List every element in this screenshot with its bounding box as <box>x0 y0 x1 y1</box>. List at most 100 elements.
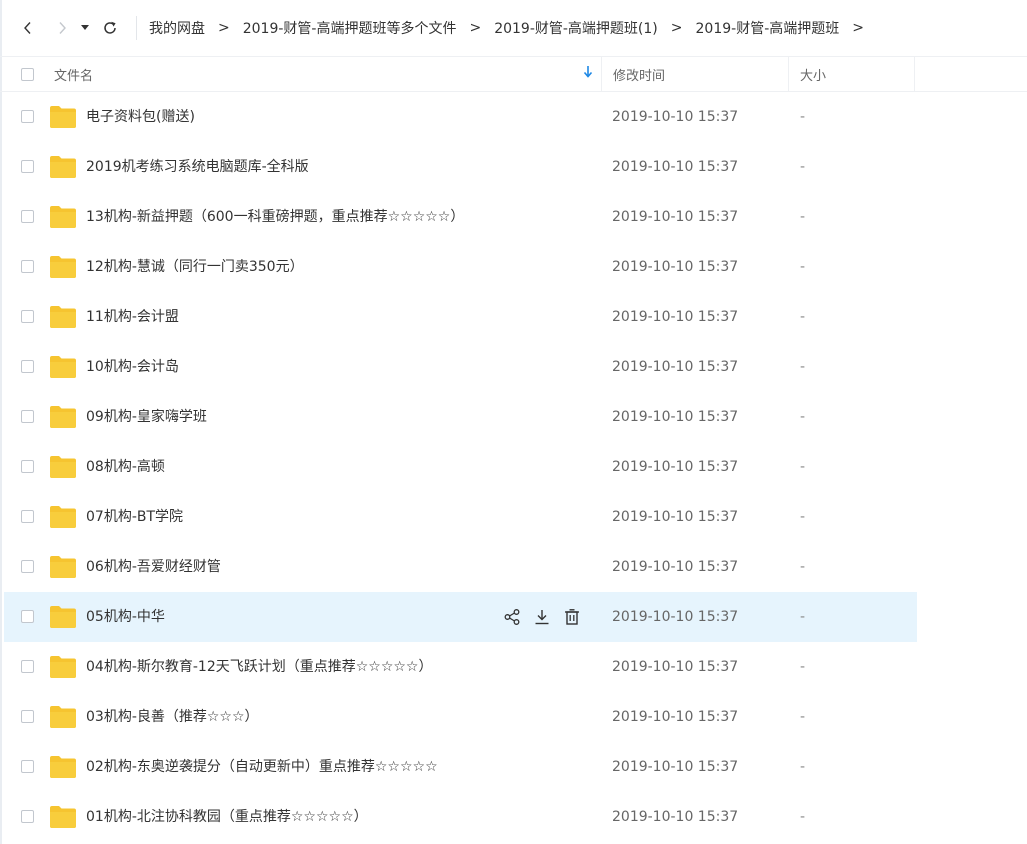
column-divider[interactable] <box>788 57 789 91</box>
file-name[interactable]: 01机构-北注协科教园（重点推荐☆☆☆☆☆） <box>86 792 368 842</box>
file-row[interactable]: 04机构-斯尔教育-12天飞跃计划（重点推荐☆☆☆☆☆） 2019-10-10 … <box>4 642 917 692</box>
column-header-name[interactable]: 文件名 <box>54 57 93 91</box>
file-name[interactable]: 2019机考练习系统电脑题库-全科版 <box>86 142 309 192</box>
file-modified-time: 2019-10-10 15:37 <box>612 459 739 475</box>
file-size: - <box>800 109 806 125</box>
row-checkbox[interactable] <box>21 610 34 623</box>
file-row[interactable]: 03机构-良善（推荐☆☆☆） 2019-10-10 15:37 - <box>4 692 917 742</box>
share-icon <box>504 609 520 625</box>
breadcrumb: 我的网盘 > 2019-财管-高端押题班等多个文件 > 2019-财管-高端押题… <box>136 16 877 40</box>
row-checkbox[interactable] <box>21 510 34 523</box>
breadcrumb-separator[interactable]: > <box>852 20 864 36</box>
row-checkbox[interactable] <box>21 360 34 373</box>
folder-icon <box>50 206 76 228</box>
row-checkbox[interactable] <box>21 660 34 673</box>
file-name[interactable]: 02机构-东奥逆袭提分（自动更新中）重点推荐☆☆☆☆☆ <box>86 742 438 792</box>
toolbar: 我的网盘 > 2019-财管-高端押题班等多个文件 > 2019-财管-高端押题… <box>0 0 1027 56</box>
file-name[interactable]: 13机构-新益押题（600一科重磅押题，重点推荐☆☆☆☆☆） <box>86 192 464 242</box>
file-name[interactable]: 09机构-皇家嗨学班 <box>86 392 207 442</box>
folder-icon <box>50 106 76 128</box>
file-row[interactable]: 13机构-新益押题（600一科重磅押题，重点推荐☆☆☆☆☆） 2019-10-1… <box>4 192 917 242</box>
file-modified-time: 2019-10-10 15:37 <box>612 659 739 675</box>
file-name[interactable]: 06机构-吾爱财经财管 <box>86 542 221 592</box>
file-name[interactable]: 电子资料包(赠送) <box>86 92 195 142</box>
file-row[interactable]: 07机构-BT学院 2019-10-10 15:37 - <box>4 492 917 542</box>
file-size: - <box>800 759 806 775</box>
row-checkbox[interactable] <box>21 760 34 773</box>
file-name[interactable]: 04机构-斯尔教育-12天飞跃计划（重点推荐☆☆☆☆☆） <box>86 642 433 692</box>
file-row[interactable]: 05机构-中华 2019-10-10 15:37 - <box>4 592 917 642</box>
row-checkbox[interactable] <box>21 560 34 573</box>
file-size: - <box>800 809 806 825</box>
file-name[interactable]: 11机构-会计盟 <box>86 292 179 342</box>
file-modified-time: 2019-10-10 15:37 <box>612 259 739 275</box>
chevron-left-icon <box>24 22 31 34</box>
file-row[interactable]: 02机构-东奥逆袭提分（自动更新中）重点推荐☆☆☆☆☆ 2019-10-10 1… <box>4 742 917 792</box>
file-row[interactable]: 电子资料包(赠送) 2019-10-10 15:37 - <box>4 92 917 142</box>
file-size: - <box>800 309 806 325</box>
row-checkbox[interactable] <box>21 310 34 323</box>
breadcrumb-separator: > <box>670 20 683 36</box>
file-size: - <box>800 359 806 375</box>
refresh-button[interactable] <box>98 16 122 40</box>
breadcrumb-item-1[interactable]: 2019-财管-高端押题班等多个文件 <box>243 18 457 38</box>
select-all-checkbox[interactable] <box>21 67 34 81</box>
row-checkbox[interactable] <box>21 710 34 723</box>
file-row[interactable]: 2019机考练习系统电脑题库-全科版 2019-10-10 15:37 - <box>4 142 917 192</box>
breadcrumb-item-3[interactable]: 2019-财管-高端押题班 <box>696 18 840 38</box>
file-name[interactable]: 07机构-BT学院 <box>86 492 183 542</box>
file-modified-time: 2019-10-10 15:37 <box>612 159 739 175</box>
file-name[interactable]: 05机构-中华 <box>86 592 165 642</box>
row-checkbox[interactable] <box>21 110 34 123</box>
row-actions <box>500 605 590 629</box>
refresh-icon <box>104 21 116 34</box>
folder-icon <box>50 306 76 328</box>
download-button[interactable] <box>530 605 554 629</box>
file-name[interactable]: 10机构-会计岛 <box>86 342 179 392</box>
file-size: - <box>800 659 806 675</box>
breadcrumb-item-2[interactable]: 2019-财管-高端押题班(1) <box>494 18 658 38</box>
share-button[interactable] <box>500 605 524 629</box>
row-checkbox[interactable] <box>21 260 34 273</box>
file-modified-time: 2019-10-10 15:37 <box>612 209 739 225</box>
back-button[interactable] <box>16 16 40 40</box>
breadcrumb-item-root[interactable]: 我的网盘 <box>149 18 205 38</box>
file-name[interactable]: 08机构-高顿 <box>86 442 165 492</box>
folder-icon <box>50 606 76 628</box>
breadcrumb-separator: > <box>469 20 482 36</box>
row-checkbox[interactable] <box>21 210 34 223</box>
file-name[interactable]: 12机构-慧诚（同行一门卖350元） <box>86 242 304 292</box>
file-row[interactable]: 11机构-会计盟 2019-10-10 15:37 - <box>4 292 917 342</box>
download-icon <box>535 610 549 625</box>
folder-icon <box>50 706 76 728</box>
row-checkbox[interactable] <box>21 460 34 473</box>
history-dropdown-button[interactable] <box>76 16 94 40</box>
file-size: - <box>800 209 806 225</box>
file-row[interactable]: 10机构-会计岛 2019-10-10 15:37 - <box>4 342 917 392</box>
file-row[interactable]: 06机构-吾爱财经财管 2019-10-10 15:37 - <box>4 542 917 592</box>
folder-icon <box>50 406 76 428</box>
row-checkbox[interactable] <box>21 160 34 173</box>
file-name[interactable]: 03机构-良善（推荐☆☆☆） <box>86 692 259 742</box>
file-row[interactable]: 08机构-高顿 2019-10-10 15:37 - <box>4 442 917 492</box>
file-row[interactable]: 01机构-北注协科教园（重点推荐☆☆☆☆☆） 2019-10-10 15:37 … <box>4 792 917 842</box>
file-size: - <box>800 559 806 575</box>
file-row[interactable]: 09机构-皇家嗨学班 2019-10-10 15:37 - <box>4 392 917 442</box>
column-header-modified[interactable]: 修改时间 <box>613 57 665 91</box>
delete-button[interactable] <box>560 605 584 629</box>
file-row[interactable]: 12机构-慧诚（同行一门卖350元） 2019-10-10 15:37 - <box>4 242 917 292</box>
row-checkbox[interactable] <box>21 810 34 823</box>
file-modified-time: 2019-10-10 15:37 <box>612 409 739 425</box>
file-modified-time: 2019-10-10 15:37 <box>612 609 739 625</box>
row-checkbox[interactable] <box>21 410 34 423</box>
forward-button[interactable] <box>50 16 74 40</box>
sort-down-icon[interactable] <box>583 65 593 79</box>
folder-icon <box>50 656 76 678</box>
column-divider[interactable] <box>914 57 915 91</box>
breadcrumb-separator: > <box>218 20 230 36</box>
column-header-size[interactable]: 大小 <box>800 57 826 91</box>
file-modified-time: 2019-10-10 15:37 <box>612 559 739 575</box>
column-divider[interactable] <box>601 57 602 91</box>
file-size: - <box>800 259 806 275</box>
select-all-cell <box>21 57 34 91</box>
